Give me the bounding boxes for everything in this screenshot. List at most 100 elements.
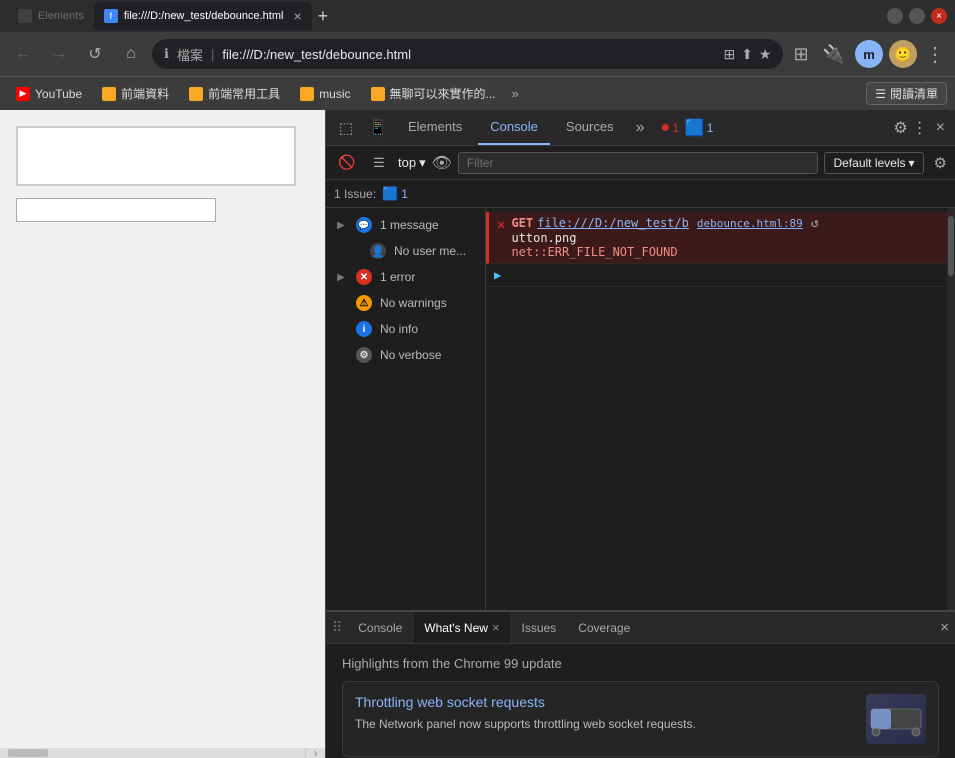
youtube-favicon: ▶ xyxy=(16,87,30,101)
error-entry-icon: ✕ xyxy=(497,217,505,233)
reading-list-button[interactable]: ☰ 閱讀清單 xyxy=(866,82,947,105)
bottom-tab-coverage[interactable]: Coverage xyxy=(568,612,640,643)
url-link-ref[interactable]: debounce.html:89 xyxy=(697,217,803,230)
sidebar-item-verbose[interactable]: ⚙ No verbose xyxy=(326,342,485,368)
share-icon[interactable]: ⬆ xyxy=(741,46,753,63)
tab-active-label: file:///D:/new_test/debounce.html xyxy=(124,10,284,22)
errors-label: 1 error xyxy=(380,270,415,284)
scroll-right-arrow[interactable]: › xyxy=(305,748,325,758)
tab-sources[interactable]: Sources xyxy=(554,110,626,145)
extensions-btn2[interactable]: 🔌 xyxy=(819,44,849,65)
bookmark-star-icon[interactable]: ★ xyxy=(759,46,772,63)
messages-icon: 💬 xyxy=(356,217,372,233)
address-bar[interactable]: ℹ 檔案 | file:///D:/new_test/debounce.html… xyxy=(152,39,783,69)
console-filter-input[interactable] xyxy=(458,152,819,174)
new-tab-button[interactable]: + xyxy=(318,7,329,25)
messages-label: 1 message xyxy=(380,218,439,232)
scrollbar-thumb xyxy=(948,216,954,276)
bookmark-youtube[interactable]: ▶ YouTube xyxy=(8,84,90,104)
expand-errors-icon: ▶ xyxy=(334,270,348,284)
issues-bar: 1 Issue: 🟦 1 xyxy=(326,180,955,208)
expand-verbose-icon xyxy=(334,348,348,362)
whats-new-close-icon[interactable]: × xyxy=(492,620,500,635)
bookmarks-more-button[interactable]: » xyxy=(512,86,519,101)
window-close-button[interactable]: × xyxy=(931,8,947,24)
issues-badge-button[interactable]: 🟦 1 xyxy=(382,186,408,202)
refresh-button[interactable]: ↺ xyxy=(80,39,110,69)
bottom-tab-issues[interactable]: Issues xyxy=(512,612,567,643)
devtools-more-button[interactable]: ⋮ xyxy=(912,118,928,138)
forward-button[interactable]: → xyxy=(44,39,74,69)
maximize-button[interactable]: □ xyxy=(909,8,925,24)
expand-arrow[interactable]: ▶ xyxy=(494,268,501,282)
sidebar-item-errors[interactable]: ▶ ✕ 1 error xyxy=(326,264,485,290)
log-levels-button[interactable]: Default levels ▾ xyxy=(824,152,923,174)
entry-refresh-icon[interactable]: ↺ xyxy=(811,216,819,231)
tab-elements-label: Elements xyxy=(408,119,462,134)
tab-inactive[interactable]: Elements xyxy=(8,2,94,30)
bookmark-3[interactable]: music xyxy=(292,84,358,104)
bookmark-3-label: music xyxy=(319,87,350,101)
sidebar-toggle-button[interactable]: ☰ xyxy=(366,150,392,176)
bottom-panel-close-button[interactable]: × xyxy=(940,619,949,636)
sidebar-item-messages[interactable]: ▶ 💬 1 message xyxy=(326,212,485,238)
forward-icon: → xyxy=(51,45,67,63)
context-selector[interactable]: top ▾ xyxy=(398,155,426,171)
main-area: › ⬚ 📱 Elements Console Sources xyxy=(0,110,955,758)
tab-active[interactable]: f file:///D:/new_test/debounce.html × xyxy=(94,2,312,30)
wn-card-heading[interactable]: Throttling web socket requests xyxy=(355,694,854,710)
chrome-menu-button[interactable]: ⋮ xyxy=(923,42,947,67)
page-textarea[interactable] xyxy=(16,126,296,186)
avatar-button[interactable]: 🙂 xyxy=(889,40,917,68)
more-tabs-button[interactable]: » xyxy=(630,119,651,137)
nav-bar: ← → ↺ ⌂ ℹ 檔案 | file:///D:/new_test/debou… xyxy=(0,32,955,76)
bottom-tab-console[interactable]: Console xyxy=(348,612,412,643)
bookmarks-bar: ▶ YouTube 前端資料 前端常用工具 music 無聊可以來實作的... … xyxy=(0,76,955,110)
bottom-tab-issues-label: Issues xyxy=(522,621,557,635)
bookmark-2[interactable]: 前端常用工具 xyxy=(181,82,288,105)
browser-window: Elements f file:///D:/new_test/debounce.… xyxy=(0,0,955,758)
extensions-icon[interactable]: ⊞ xyxy=(789,44,812,65)
sidebar-item-info[interactable]: i No info xyxy=(326,316,485,342)
sidebar-item-warnings[interactable]: ⚠ No warnings xyxy=(326,290,485,316)
page-scrollbar[interactable]: › xyxy=(0,748,325,758)
drag-handle[interactable]: ⠿ xyxy=(332,619,342,636)
bottom-tab-whats-new[interactable]: What's New × xyxy=(414,612,509,643)
url-link-part1[interactable]: file:///D:/new_test/b xyxy=(537,216,689,230)
profile-button[interactable]: m xyxy=(855,40,883,68)
issue-badge-count: 1 xyxy=(401,187,408,201)
home-button[interactable]: ⌂ xyxy=(116,39,146,69)
back-icon: ← xyxy=(15,45,31,63)
console-scrollbar[interactable] xyxy=(947,208,955,610)
clear-console-button[interactable]: 🚫 xyxy=(334,150,360,176)
window-controls: _ □ × xyxy=(887,8,947,24)
eye-icon[interactable]: 👁 xyxy=(432,153,452,173)
devtools-settings-button[interactable]: ⚙ xyxy=(893,118,907,138)
bookmark-4[interactable]: 無聊可以來實作的... xyxy=(363,82,504,105)
minimize-button[interactable]: _ xyxy=(887,8,903,24)
back-button[interactable]: ← xyxy=(8,39,38,69)
tab-console[interactable]: Console xyxy=(478,110,550,145)
error-entry-content: GET file:///D:/new_test/b debounce.html:… xyxy=(511,216,939,259)
top-arrow-icon: ▾ xyxy=(419,155,426,171)
tab-label: Elements xyxy=(38,10,84,22)
console-settings-button[interactable]: ⚙ xyxy=(934,154,947,172)
page-content: › xyxy=(0,110,325,758)
error-entry-line3: net::ERR_FILE_NOT_FOUND xyxy=(511,245,939,259)
sidebar-item-user-messages[interactable]: 👤 No user me... xyxy=(326,238,485,264)
page-input[interactable] xyxy=(16,198,216,222)
devtools-inspect-icon[interactable]: ⬚ xyxy=(332,114,360,142)
devtools-device-icon[interactable]: 📱 xyxy=(364,114,392,142)
error-text: net::ERR_FILE_NOT_FOUND xyxy=(511,245,677,259)
translate-icon[interactable]: ⊞ xyxy=(723,46,735,63)
whats-new-content: Highlights from the Chrome 99 update Thr… xyxy=(326,644,955,758)
cursor-icon: ⬚ xyxy=(339,119,353,137)
wn-card-text: Throttling web socket requests The Netwo… xyxy=(355,694,854,744)
devtools-close-button[interactable]: × xyxy=(932,119,949,137)
tab-close-button[interactable]: × xyxy=(293,8,301,24)
bookmark-1-favicon xyxy=(102,87,116,101)
bookmark-1[interactable]: 前端資料 xyxy=(94,82,177,105)
tab-elements[interactable]: Elements xyxy=(396,110,474,145)
bottom-tabs: ⠿ Console What's New × Issues Coverage xyxy=(326,612,955,644)
bookmark-1-label: 前端資料 xyxy=(121,85,169,102)
